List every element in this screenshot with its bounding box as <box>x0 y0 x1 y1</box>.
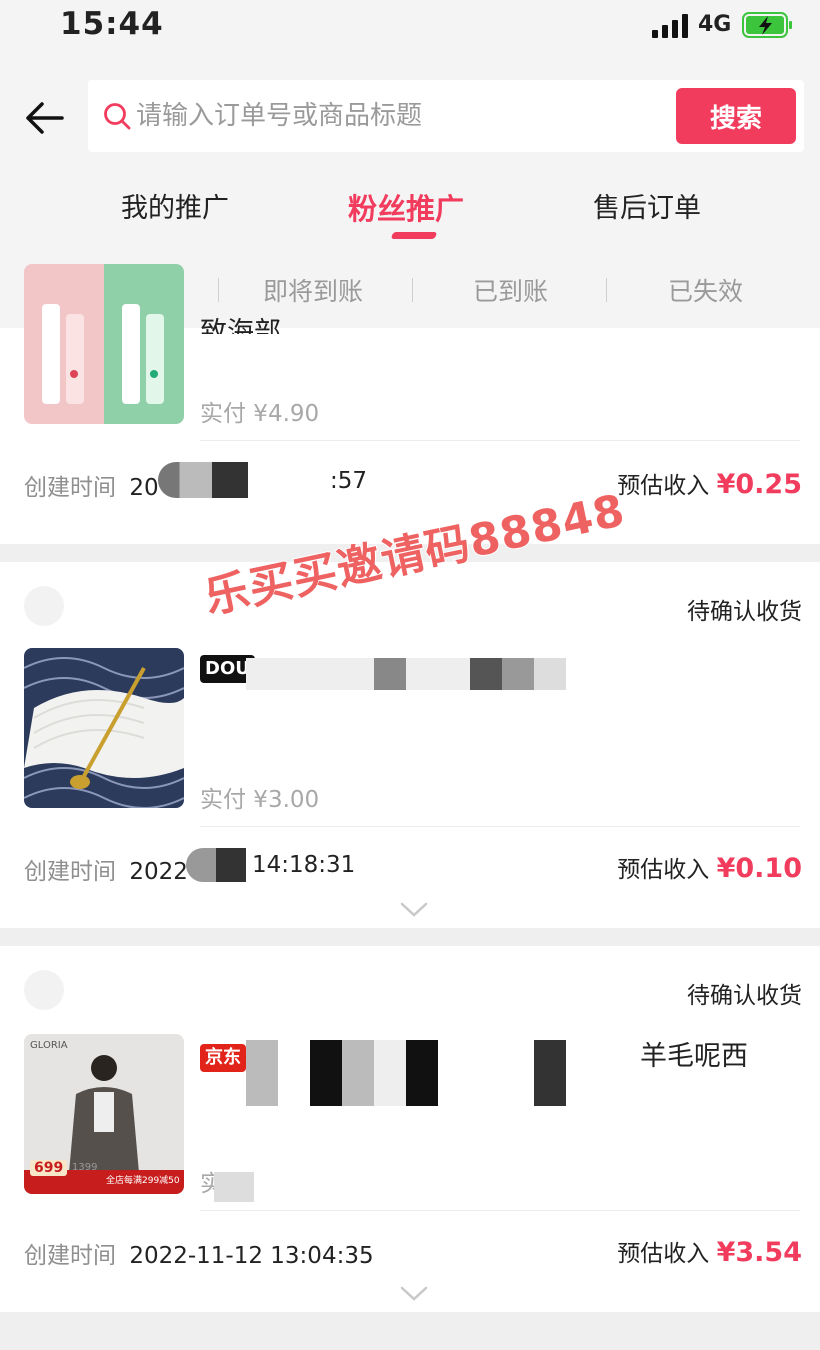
card-divider <box>200 826 800 827</box>
income-amount: ¥3.54 <box>716 1237 802 1268</box>
shop-avatar <box>24 586 64 626</box>
search-icon <box>104 103 131 130</box>
filter-divider <box>218 278 219 302</box>
estimated-income: 预估收入 ¥0.25 <box>617 466 802 500</box>
card-divider <box>200 440 800 441</box>
created-label: 创建时间 <box>24 475 116 501</box>
created-time: 创建时间 2022-11-12 13:04:35 <box>24 1236 374 1270</box>
paid-amount: 实付 ¥4.90 <box>200 401 320 427</box>
order-status: 待确认收货 <box>687 983 802 1009</box>
created-value: 2022-11-12 13:04:35 <box>129 1243 374 1269</box>
product-thumbnail: GLORIA 699 1399 全店每满299减50 <box>24 1034 184 1194</box>
order-status: 待确认收货 <box>687 599 802 625</box>
order-card[interactable]: 待确认收货 DOU 实付 ¥3.00 创建时间 2022 14:18:31 预估… <box>0 562 820 928</box>
filter-divider <box>412 278 413 302</box>
created-value: 2022 <box>129 859 188 885</box>
filter-divider <box>606 278 607 302</box>
redaction-block <box>214 1172 314 1202</box>
filter-received[interactable]: 已到账 <box>473 272 548 308</box>
created-time-tail: 14:18:31 <box>252 852 356 878</box>
income-amount: ¥0.10 <box>716 853 802 884</box>
product-thumbnail <box>24 264 184 424</box>
created-time-tail: :57 <box>330 468 368 494</box>
tab-fan-promotion[interactable]: 粉丝推广 <box>348 186 464 228</box>
product-thumbnail <box>24 648 184 808</box>
chevron-down-icon[interactable] <box>400 1286 428 1302</box>
income-label: 预估收入 <box>617 473 710 499</box>
network-label: 4G <box>698 12 732 37</box>
search-input[interactable] <box>136 92 666 140</box>
created-label: 创建时间 <box>24 859 116 885</box>
order-card[interactable]: 致海部 实付 ¥4.90 创建时间 20 :57 预估收入 ¥0.25 <box>0 264 820 544</box>
tab-my-promotion[interactable]: 我的推广 <box>121 186 229 225</box>
created-time: 创建时间 2022 <box>24 852 188 886</box>
estimated-income: 预估收入 ¥0.10 <box>617 850 802 884</box>
created-value: 20 <box>129 475 159 501</box>
thumbnail-brand: GLORIA <box>30 1040 68 1051</box>
tab-after-sales[interactable]: 售后订单 <box>593 186 701 225</box>
tab-bar: 我的推广 粉丝推广 售后订单 <box>0 186 820 236</box>
filter-expired: 已失效 <box>668 277 744 306</box>
filter-pending[interactable]: 即将到账 <box>263 272 363 308</box>
income-label: 预估收入 <box>617 857 710 883</box>
thumbnail-price: 699 <box>30 1160 68 1176</box>
thumbnail-promo: 全店每满299减50 <box>106 1176 180 1186</box>
search-button[interactable]: 搜索 <box>676 88 796 144</box>
back-button[interactable] <box>20 94 68 142</box>
battery-charging-icon <box>742 12 792 38</box>
card-divider <box>200 1210 800 1211</box>
redaction-block <box>246 658 566 690</box>
redaction-block <box>246 1040 566 1106</box>
redaction-block <box>158 462 248 498</box>
paid-amount: 实付 ¥3.00 <box>200 787 320 813</box>
income-amount: ¥0.25 <box>716 469 802 500</box>
active-tab-indicator <box>390 232 438 239</box>
order-card[interactable]: 待确认收货 GLORIA 699 1399 全店每满299减50 京东 歌莉 羊… <box>0 946 820 1312</box>
platform-badge-jd: 京东 <box>200 1043 246 1072</box>
thumbnail-original-price: 1399 <box>72 1162 98 1173</box>
status-bar: 15:44 4G <box>0 0 820 56</box>
signal-icon <box>652 14 688 38</box>
product-title: 致海部 <box>200 317 281 334</box>
chevron-down-icon[interactable] <box>400 902 428 918</box>
created-time: 创建时间 20 <box>24 468 159 502</box>
shop-avatar <box>24 970 64 1010</box>
back-arrow-icon <box>26 102 64 134</box>
redaction-block <box>186 848 246 882</box>
search-bar: 搜索 <box>88 80 804 152</box>
status-time: 15:44 <box>60 6 164 42</box>
created-label: 创建时间 <box>24 1243 116 1269</box>
income-label: 预估收入 <box>617 1241 710 1267</box>
product-title-tail: 羊毛呢西 <box>640 1041 748 1072</box>
estimated-income: 预估收入 ¥3.54 <box>617 1234 802 1268</box>
